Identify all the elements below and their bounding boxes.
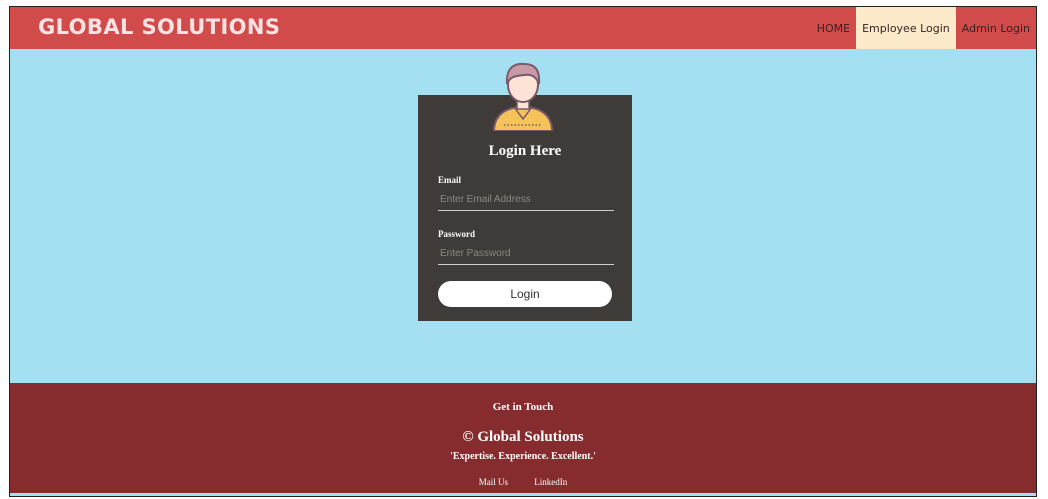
email-label: Email	[438, 175, 462, 185]
footer-get-in-touch: Get in Touch	[492, 401, 554, 413]
login-title: Login Here	[488, 143, 562, 159]
navbar: GLOBAL SOLUTIONS HOME Employee Login Adm…	[10, 7, 1036, 49]
footer-copyright: © Global Solutions	[462, 429, 584, 445]
nav-admin-login[interactable]: Admin Login	[956, 7, 1036, 49]
nav-home[interactable]: HOME	[811, 7, 856, 49]
email-input[interactable]	[438, 189, 614, 211]
password-label: Password	[438, 229, 476, 239]
footer-tagline: 'Expertise. Experience. Excellent.'	[450, 451, 596, 462]
brand-logo[interactable]: GLOBAL SOLUTIONS	[38, 15, 280, 39]
footer-link-mail-us[interactable]: Mail Us	[479, 477, 508, 487]
footer-links: Mail Us LinkedIn	[10, 477, 1036, 487]
password-input[interactable]	[438, 243, 614, 265]
main-content: Login Here Email Password Login	[10, 49, 1036, 383]
footer-link-linkedin[interactable]: LinkedIn	[534, 477, 567, 487]
footer: Get in Touch © Global Solutions 'Experti…	[10, 383, 1036, 493]
login-button[interactable]: Login	[438, 281, 612, 307]
nav-employee-login[interactable]: Employee Login	[856, 7, 956, 49]
nav-menu: HOME Employee Login Admin Login	[811, 7, 1036, 49]
user-avatar-icon	[492, 62, 554, 131]
page-frame: GLOBAL SOLUTIONS HOME Employee Login Adm…	[9, 6, 1037, 497]
